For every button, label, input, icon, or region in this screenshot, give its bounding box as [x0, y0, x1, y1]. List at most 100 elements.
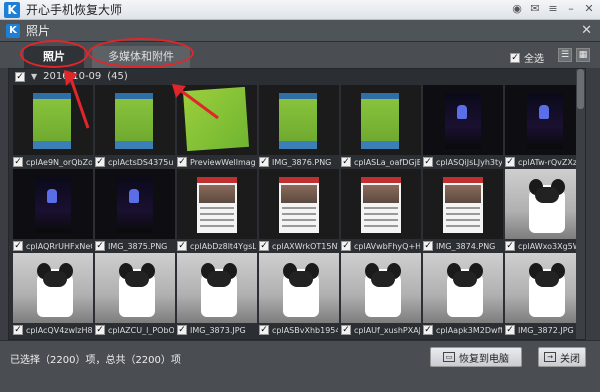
photo-item[interactable]: ✓cplAWxo3Xg5WXkC	[505, 169, 585, 253]
close-button[interactable]: → 关闭	[538, 347, 586, 367]
photo-thumbnail[interactable]	[341, 253, 421, 323]
minimize-icon[interactable]: –	[564, 2, 578, 16]
photo-caption: ✓cplAcQV4zwlzH8ao	[13, 325, 93, 335]
scrollbar-thumb[interactable]	[577, 69, 584, 109]
photo-thumbnail[interactable]	[13, 85, 93, 155]
photo-checkbox[interactable]: ✓	[341, 325, 351, 335]
photo-thumbnail[interactable]	[177, 253, 257, 323]
photo-thumbnail[interactable]	[177, 85, 257, 155]
photo-thumbnail[interactable]	[341, 169, 421, 239]
photo-filename: cplAbDz8lt4YgsLjRF	[190, 241, 256, 251]
photo-checkbox[interactable]: ✓	[95, 241, 105, 251]
photo-caption: ✓PreviewWellmage.tif	[177, 157, 257, 167]
photo-caption: ✓ IMG_3876.PNG	[259, 157, 339, 167]
photo-caption: ✓cplActsDS4375uLnE	[95, 157, 175, 167]
photo-item[interactable]: ✓cplAVwbFhyQ+HWE	[341, 169, 421, 253]
photo-item[interactable]: ✓cplActsDS4375uLnE	[95, 85, 175, 169]
photo-checkbox[interactable]: ✓	[423, 325, 433, 335]
annotation-circle-media-tab	[88, 38, 194, 68]
photo-caption: ✓cplAWxo3Xg5WXkC	[505, 241, 585, 251]
photo-checkbox[interactable]: ✓	[505, 241, 515, 251]
photo-item[interactable]: ✓cplAapk3M2Dwft4W	[423, 253, 503, 337]
exit-icon: →	[544, 352, 556, 362]
photo-checkbox[interactable]: ✓	[177, 241, 187, 251]
photo-checkbox[interactable]: ✓	[259, 325, 269, 335]
grid-view-icon[interactable]: ▦	[576, 48, 590, 62]
date-group-header[interactable]: ✓ ▼ 2016-10-09 (45)	[15, 71, 128, 82]
group-date: 2016-10-09	[43, 71, 102, 82]
list-view-icon[interactable]: ☰	[558, 48, 572, 62]
photo-grid-panel[interactable]: ✓ ▼ 2016-10-09 (45) ✓cplAe9N_orQbZoCu✓cp…	[8, 68, 586, 340]
photo-checkbox[interactable]: ✓	[341, 241, 351, 251]
photo-filename: cplAQRrUHFxNeO2g	[26, 241, 92, 251]
photo-thumbnail[interactable]	[259, 85, 339, 155]
photo-checkbox[interactable]: ✓	[423, 241, 433, 251]
scrollbar[interactable]	[576, 69, 585, 339]
close-label: 关闭	[560, 353, 580, 365]
photo-checkbox[interactable]: ✓	[13, 157, 23, 167]
photo-item[interactable]: ✓ IMG_3876.PNG	[259, 85, 339, 169]
photo-checkbox[interactable]: ✓	[341, 157, 351, 167]
photo-item[interactable]: ✓cplAXWrkOT15NV2	[259, 169, 339, 253]
photo-thumbnail[interactable]	[177, 169, 257, 239]
photo-checkbox[interactable]: ✓	[177, 157, 187, 167]
collapse-triangle-icon[interactable]: ▼	[31, 72, 37, 81]
select-all[interactable]: ✓ 全选	[510, 50, 544, 65]
photo-item[interactable]: ✓cplAZCU_l_PObO_8	[95, 253, 175, 337]
photo-item[interactable]: ✓cplAcQV4zwlzH8ao	[13, 253, 93, 337]
photo-thumbnail[interactable]	[423, 253, 503, 323]
photo-thumbnail[interactable]	[505, 169, 585, 239]
photo-thumbnail[interactable]	[259, 253, 339, 323]
photo-item[interactable]: ✓PreviewWellmage.tif	[177, 85, 257, 169]
restore-to-computer-button[interactable]: ▭ 恢复到电脑	[430, 347, 522, 367]
photo-item[interactable]: ✓cplATw-rQvZXzdVpL	[505, 85, 585, 169]
photo-item[interactable]: ✓ IMG_3875.PNG	[95, 169, 175, 253]
photo-checkbox[interactable]: ✓	[95, 325, 105, 335]
photo-caption: ✓ IMG_3874.PNG	[423, 241, 503, 251]
photo-item[interactable]: ✓ cplASLa_oafDGjBP	[341, 85, 421, 169]
photo-thumbnail[interactable]	[95, 169, 175, 239]
photo-thumbnail[interactable]	[13, 253, 93, 323]
photo-thumbnail[interactable]	[95, 85, 175, 155]
photo-filename: cplAVwbFhyQ+HWE	[354, 241, 420, 251]
photo-thumbnail[interactable]	[13, 169, 93, 239]
photo-item[interactable]: ✓cplAQRrUHFxNeO2g	[13, 169, 93, 253]
photo-filename: cplASQiJsLJyh3tyM	[436, 157, 502, 167]
photo-thumbnail[interactable]	[259, 169, 339, 239]
photo-item[interactable]: ✓cplAUf_xushPXAJqK	[341, 253, 421, 337]
photo-checkbox[interactable]: ✓	[13, 241, 23, 251]
photo-checkbox[interactable]: ✓	[259, 241, 269, 251]
photo-caption: ✓cplATw-rQvZXzdVpL	[505, 157, 585, 167]
photo-checkbox[interactable]: ✓	[505, 157, 515, 167]
photo-item[interactable]: ✓cplASQiJsLJyh3tyM	[423, 85, 503, 169]
photo-checkbox[interactable]: ✓	[423, 157, 433, 167]
photo-thumbnail[interactable]	[423, 85, 503, 155]
wechat-icon[interactable]: ◉	[510, 2, 524, 16]
photo-filename: cplAWxo3Xg5WXkC	[518, 241, 584, 251]
photo-item[interactable]: ✓ IMG_3874.PNG	[423, 169, 503, 253]
photo-checkbox[interactable]: ✓	[95, 157, 105, 167]
photo-item[interactable]: ✓ IMG_3873.JPG	[177, 253, 257, 337]
photos-window-header: K 照片 ✕	[0, 20, 600, 42]
photo-thumbnail[interactable]	[423, 169, 503, 239]
feedback-icon[interactable]: ✉	[528, 2, 542, 16]
photo-thumbnail[interactable]	[505, 253, 585, 323]
photo-thumbnail[interactable]	[95, 253, 175, 323]
select-all-checkbox[interactable]: ✓	[510, 52, 520, 63]
photo-thumbnail[interactable]	[505, 85, 585, 155]
photo-filename: cplAcQV4zwlzH8ao	[26, 325, 92, 335]
menu-icon[interactable]: ≡	[546, 2, 560, 16]
photo-checkbox[interactable]: ✓	[13, 325, 23, 335]
photo-item[interactable]: ✓cplASBvXhb1954lST	[259, 253, 339, 337]
photo-caption: ✓cplASBvXhb1954lST	[259, 325, 339, 335]
photo-checkbox[interactable]: ✓	[505, 325, 515, 335]
photo-checkbox[interactable]: ✓	[177, 325, 187, 335]
photo-item[interactable]: ✓cplAe9N_orQbZoCu	[13, 85, 93, 169]
photo-item[interactable]: ✓cplAbDz8lt4YgsLjRF	[177, 169, 257, 253]
photo-checkbox[interactable]: ✓	[259, 157, 269, 167]
window-close-icon[interactable]: ✕	[581, 23, 592, 38]
group-checkbox[interactable]: ✓	[15, 71, 25, 82]
photo-thumbnail[interactable]	[341, 85, 421, 155]
photo-item[interactable]: ✓ IMG_3872.JPG	[505, 253, 585, 337]
close-icon[interactable]: ✕	[582, 2, 596, 16]
